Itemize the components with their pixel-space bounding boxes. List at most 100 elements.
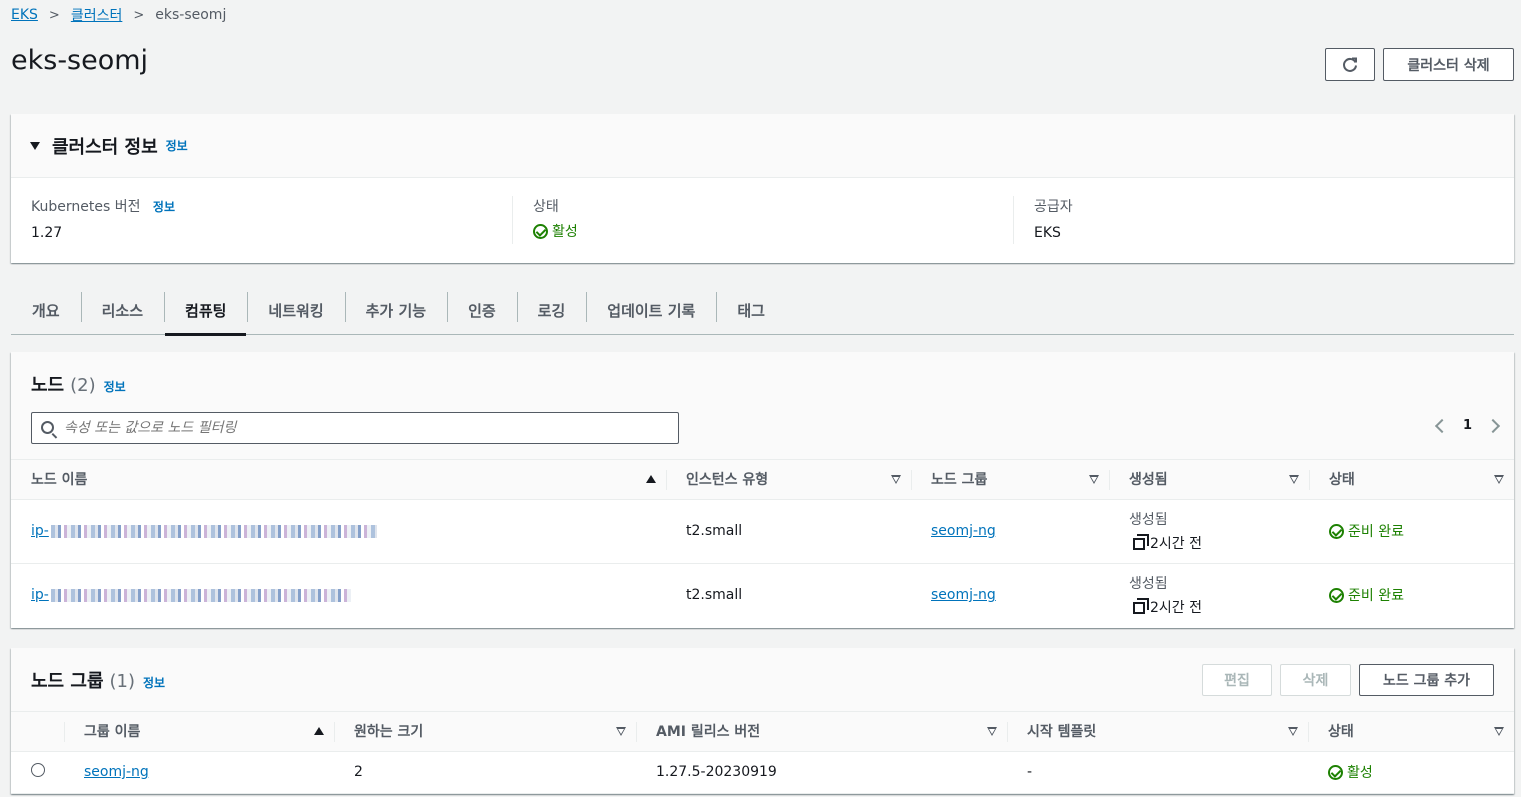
caret-down-icon[interactable] — [30, 141, 40, 150]
provider-field: 공급자 EKS — [1013, 196, 1514, 244]
page-title: eks-seomj — [11, 45, 149, 76]
cluster-status-value: 활성 — [533, 221, 1013, 241]
sort-ascending-icon[interactable] — [646, 475, 656, 483]
provider-value: EKS — [1034, 225, 1061, 241]
tab-compute[interactable]: 컴퓨팅 — [164, 285, 247, 336]
nodes-count: (2) — [70, 375, 96, 396]
sort-descending-icon[interactable] — [1494, 727, 1504, 736]
node-group-name-link[interactable]: seomj-ng — [84, 764, 149, 780]
node-group-link[interactable]: seomj-ng — [931, 523, 996, 539]
sort-descending-icon[interactable] — [616, 727, 626, 736]
node-status: 준비 완료 — [1329, 521, 1514, 541]
delete-button[interactable]: 삭제 — [1280, 664, 1351, 696]
node-name-link[interactable]: ip- — [31, 523, 377, 539]
kubernetes-version-label: Kubernetes 버전 — [31, 199, 141, 215]
cluster-status-label: 상태 — [533, 199, 559, 215]
node-filter-input[interactable] — [64, 420, 678, 436]
check-circle-icon — [1329, 523, 1344, 539]
column-group-name[interactable]: 그룹 이름 — [64, 712, 334, 752]
cluster-tabs: 개요 리소스 컴퓨팅 네트워킹 추가 기능 인증 로깅 업데이트 기록 태그 — [11, 285, 1514, 336]
chevron-right-icon: > — [48, 7, 60, 23]
ami-version-cell: 1.27.5-20230919 — [636, 751, 1007, 794]
edit-button[interactable]: 편집 — [1202, 664, 1272, 696]
delete-cluster-button[interactable]: 클러스터 삭제 — [1383, 48, 1514, 81]
kubernetes-version-info-link[interactable]: 정보 — [153, 200, 175, 214]
node-groups-count: (1) — [109, 671, 136, 692]
table-row: ip- t2.small seomj-ng 생성됨 2시간 전 준비 완료 — [11, 563, 1514, 627]
table-row: seomj-ng 2 1.27.5-20230919 - 활성 — [11, 751, 1514, 794]
column-launch-template[interactable]: 시작 템플릿 — [1007, 712, 1308, 752]
node-groups-title: 노드 그룹 (1) 정보 — [31, 671, 166, 692]
column-select — [11, 712, 64, 752]
column-ng-status[interactable]: 상태 — [1308, 712, 1514, 752]
node-status: 준비 완료 — [1329, 585, 1514, 605]
row-select-radio[interactable] — [31, 763, 45, 777]
column-ami-version[interactable]: AMI 릴리스 버전 — [636, 712, 1007, 752]
check-circle-icon — [1329, 587, 1344, 603]
previous-page-icon[interactable] — [1434, 418, 1450, 433]
tab-resources[interactable]: 리소스 — [80, 285, 164, 335]
node-groups-table: 그룹 이름 원하는 크기 AMI 릴리스 버전 시작 템플릿 상태 seomj-… — [11, 712, 1514, 794]
sort-descending-icon[interactable] — [891, 475, 901, 484]
kubernetes-version-field: Kubernetes 버전 정보 1.27 — [11, 196, 512, 244]
redacted-node-name — [50, 524, 377, 538]
launch-template-cell: - — [1007, 751, 1308, 794]
sort-ascending-icon[interactable] — [314, 727, 324, 735]
tab-update-history[interactable]: 업데이트 기록 — [586, 285, 716, 335]
tab-networking[interactable]: 네트워킹 — [247, 285, 344, 335]
tab-add-ons[interactable]: 추가 기능 — [344, 285, 447, 335]
column-desired-size[interactable]: 원하는 크기 — [334, 712, 636, 752]
refresh-icon — [1343, 57, 1357, 72]
column-status[interactable]: 상태 — [1309, 460, 1514, 500]
cluster-info-panel: 클러스터 정보 정보 Kubernetes 버전 정보 1.27 상태 활성 공… — [11, 114, 1514, 263]
created-cell: 생성됨 2시간 전 — [1109, 499, 1309, 564]
nodes-info-link[interactable]: 정보 — [104, 378, 126, 395]
desired-size-cell: 2 — [334, 751, 636, 794]
cluster-info-title: 클러스터 정보 — [52, 136, 158, 158]
add-node-group-button[interactable]: 노드 그룹 추가 — [1359, 664, 1494, 696]
copy-icon[interactable] — [1133, 534, 1149, 550]
column-node-name[interactable]: 노드 이름 — [11, 460, 666, 500]
tab-tags[interactable]: 태그 — [716, 285, 786, 335]
node-filter[interactable] — [31, 412, 679, 444]
node-group-link[interactable]: seomj-ng — [931, 587, 996, 603]
tab-logging[interactable]: 로깅 — [516, 285, 587, 335]
node-group-status: 활성 — [1328, 762, 1514, 782]
provider-label: 공급자 — [1034, 199, 1073, 215]
column-instance-type[interactable]: 인스턴스 유형 — [666, 460, 911, 500]
breadcrumb-clusters-link[interactable]: 클러스터 — [71, 5, 123, 25]
tab-access[interactable]: 인증 — [447, 285, 517, 335]
sort-descending-icon[interactable] — [1288, 727, 1298, 736]
node-groups-header: 노드 그룹 (1) 정보 편집 삭제 노드 그룹 추가 — [11, 648, 1514, 712]
column-created[interactable]: 생성됨 — [1109, 460, 1309, 500]
table-row: ip- t2.small seomj-ng 생성됨 2시간 전 준비 완료 — [11, 499, 1514, 564]
created-cell: 생성됨 2시간 전 — [1129, 576, 1202, 617]
cluster-info-link[interactable]: 정보 — [166, 137, 188, 154]
copy-icon[interactable] — [1133, 598, 1149, 615]
sort-descending-icon[interactable] — [1089, 475, 1099, 484]
breadcrumb-eks-link[interactable]: EKS — [11, 7, 38, 23]
node-groups-info-link[interactable]: 정보 — [143, 674, 165, 691]
pagination: 1 — [1434, 418, 1501, 433]
search-icon — [41, 421, 54, 434]
cluster-status-field: 상태 활성 — [512, 196, 1013, 244]
refresh-button[interactable] — [1325, 48, 1375, 81]
chevron-right-icon: > — [133, 7, 145, 23]
instance-type-cell: t2.small — [666, 499, 911, 564]
column-node-group[interactable]: 노드 그룹 — [911, 460, 1109, 500]
kubernetes-version-value: 1.27 — [31, 225, 63, 241]
check-circle-icon — [533, 223, 548, 239]
node-name-link[interactable]: ip- — [31, 587, 351, 603]
sort-descending-icon[interactable] — [987, 727, 997, 736]
nodes-title: 노드 (2) 정보 — [31, 375, 126, 396]
tab-overview[interactable]: 개요 — [11, 285, 81, 335]
nodes-panel: 노드 (2) 정보 1 노드 이름 인스턴스 유형 노드 그룹 생성됨 상태 — [11, 352, 1514, 628]
nodes-table: 노드 이름 인스턴스 유형 노드 그룹 생성됨 상태 ip- t2.small … — [11, 460, 1514, 627]
breadcrumb: EKS > 클러스터 > eks-seomj — [11, 5, 226, 25]
node-groups-panel: 노드 그룹 (1) 정보 편집 삭제 노드 그룹 추가 그룹 이름 원하는 크기… — [11, 648, 1514, 794]
sort-descending-icon[interactable] — [1289, 475, 1299, 484]
cluster-info-header[interactable]: 클러스터 정보 정보 — [11, 114, 1514, 178]
current-page[interactable]: 1 — [1463, 418, 1472, 433]
next-page-icon[interactable] — [1485, 418, 1501, 433]
sort-descending-icon[interactable] — [1494, 475, 1504, 484]
